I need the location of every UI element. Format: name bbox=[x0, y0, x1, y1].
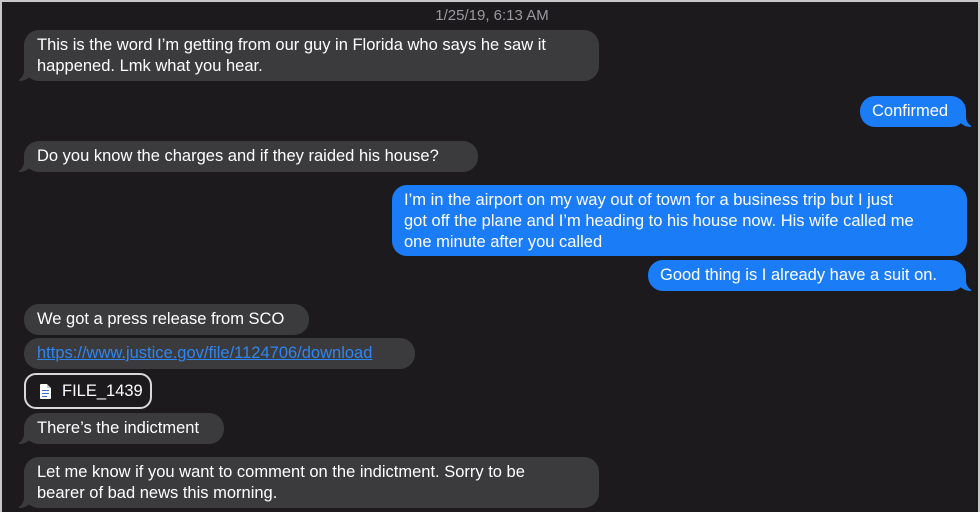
message-text-line: Let me know if you want to comment on th… bbox=[37, 463, 525, 481]
message-text-line: Confirmed bbox=[872, 102, 949, 120]
incoming-message[interactable]: Let me know if you want to comment on th… bbox=[14, 457, 599, 508]
message-text-line: There’s the indictment bbox=[37, 419, 200, 437]
incoming-message[interactable]: Do you know the charges and if they raid… bbox=[14, 141, 478, 172]
outgoing-message[interactable]: Confirmed bbox=[860, 96, 976, 127]
message-text-line: This is the word I’m getting from our gu… bbox=[37, 36, 546, 54]
message-thread: 1/25/19, 6:13 AM This is the word I’m ge… bbox=[0, 0, 980, 512]
message-text-line: got off the plane and I’m heading to his… bbox=[404, 212, 914, 230]
file-attachment[interactable]: FILE_1439 bbox=[24, 373, 152, 409]
message-text-line: happened. Lmk what you hear. bbox=[37, 57, 263, 75]
message-text-line: We got a press release from SCO bbox=[37, 310, 285, 328]
outgoing-message[interactable]: Good thing is I already have a suit on. bbox=[648, 260, 976, 291]
incoming-message[interactable]: There’s the indictment bbox=[14, 413, 224, 444]
outgoing-message[interactable]: I’m in the airport on my way out of town… bbox=[392, 185, 967, 256]
message-text-line: I’m in the airport on my way out of town… bbox=[404, 191, 893, 209]
link-message: https://www.justice.gov/file/1124706/dow… bbox=[24, 338, 415, 369]
file-name: FILE_1439 bbox=[62, 381, 143, 400]
message-text-line: one minute after you called bbox=[404, 233, 603, 251]
incoming-message[interactable]: We got a press release from SCO bbox=[24, 304, 309, 335]
message-text-line: Do you know the charges and if they raid… bbox=[37, 147, 439, 165]
timestamp: 1/25/19, 6:13 AM bbox=[435, 7, 549, 24]
document-icon bbox=[40, 383, 51, 399]
message-text-line: bearer of bad news this morning. bbox=[37, 484, 278, 502]
message-text-line: Good thing is I already have a suit on. bbox=[660, 266, 938, 284]
url-link[interactable]: https://www.justice.gov/file/1124706/dow… bbox=[37, 344, 372, 362]
incoming-message[interactable]: This is the word I’m getting from our gu… bbox=[14, 30, 599, 81]
